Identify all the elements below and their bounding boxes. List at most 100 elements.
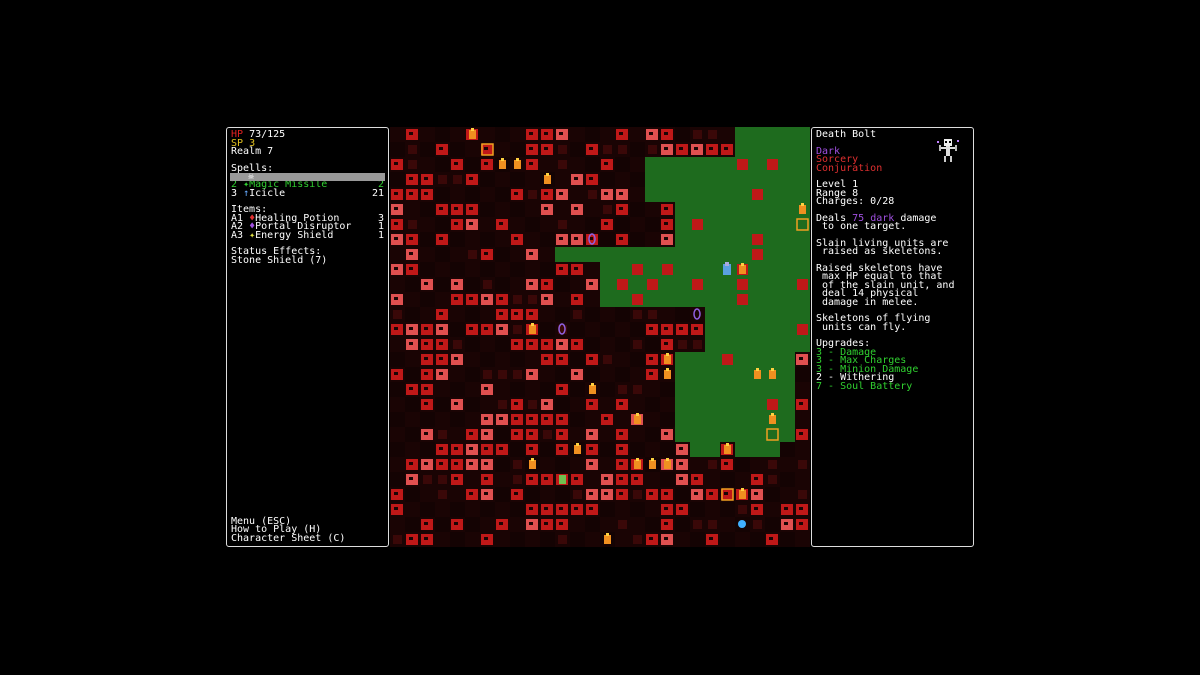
floor-tile: [585, 202, 600, 217]
wall-detail: [529, 132, 533, 135]
wall-detail: [439, 357, 443, 360]
spell-slot-1[interactable]: ☠: [230, 171, 385, 182]
wall-detail: [514, 237, 518, 240]
spell-charges: 21: [371, 187, 384, 199]
floor-tile: [465, 277, 480, 292]
item-slot-a3[interactable]: A3 ✦Energy Shield 1: [231, 230, 384, 240]
spell-slot-3[interactable]: 3 ↑Icicle 21: [231, 187, 384, 199]
floor-tile: [465, 232, 480, 247]
wall-detail: [439, 462, 443, 465]
wall-detail: [394, 327, 398, 330]
wall-detail: [724, 492, 728, 495]
floor-tile: [600, 322, 615, 337]
floor-tile: [570, 397, 585, 412]
floor-tile: [495, 472, 510, 487]
floor-tile: [600, 307, 615, 322]
floor-grass: [615, 247, 630, 262]
wall-block: [722, 354, 733, 365]
floor-tile: [465, 412, 480, 427]
rubble: [408, 160, 417, 169]
floor-tile: [570, 517, 585, 532]
wall-detail: [544, 402, 548, 405]
wall-block: [662, 264, 673, 275]
floor-grass: [705, 307, 720, 322]
game-map[interactable]: [390, 127, 810, 547]
map-canvas[interactable]: [390, 127, 810, 547]
wall-detail: [439, 342, 443, 345]
floor-tile: [600, 127, 615, 142]
rubble: [558, 145, 567, 154]
floor-tile: [480, 172, 495, 187]
wall-detail: [469, 177, 473, 180]
floor-tile: [495, 277, 510, 292]
wall-detail: [559, 357, 563, 360]
floor-grass: [705, 367, 720, 382]
floor-tile: [465, 352, 480, 367]
wall-detail: [769, 537, 773, 540]
wall-detail: [529, 417, 533, 420]
wall-block: [692, 279, 703, 290]
wall-detail: [619, 132, 623, 135]
rubble: [573, 490, 582, 499]
wall-detail: [424, 537, 428, 540]
wall-detail: [514, 312, 518, 315]
floor-tile: [615, 322, 630, 337]
floor-tile: [510, 247, 525, 262]
floor-grass: [645, 247, 660, 262]
floor-tile: [630, 172, 645, 187]
floor-tile: [465, 187, 480, 202]
floor-tile: [495, 172, 510, 187]
floor-tile: [405, 442, 420, 457]
floor-tile: [570, 187, 585, 202]
death-bolt-icon: ☠: [248, 171, 255, 182]
wall-detail: [514, 192, 518, 195]
character-sheet-link[interactable]: Character Sheet (C): [231, 533, 345, 544]
floor-grass: [780, 157, 795, 172]
floor-tile: [570, 382, 585, 397]
rubble: [393, 535, 402, 544]
wall-detail: [499, 417, 503, 420]
floor-tile: [420, 292, 435, 307]
floor-tile: [600, 382, 615, 397]
floor-tile: [645, 442, 660, 457]
floor-grass: [735, 247, 750, 262]
floor-grass: [720, 307, 735, 322]
floor-tile: [405, 427, 420, 442]
wall-detail: [799, 522, 803, 525]
floor-grass: [750, 352, 765, 367]
floor-grass: [750, 292, 765, 307]
wall-detail: [784, 507, 788, 510]
wall-block: [737, 294, 748, 305]
wall-detail: [499, 327, 503, 330]
floor-grass: [705, 277, 720, 292]
wall-detail: [754, 492, 758, 495]
floor-tile: [780, 457, 795, 472]
floor-tile: [420, 442, 435, 457]
floor-grass: [690, 352, 705, 367]
wall-detail: [559, 192, 563, 195]
floor-tile: [540, 442, 555, 457]
rubble: [678, 340, 687, 349]
floor-grass: [705, 352, 720, 367]
floor-grass: [765, 307, 780, 322]
wall-detail: [619, 192, 623, 195]
fire-imp-icon: [636, 413, 639, 416]
mana-orb-icon: [738, 520, 746, 528]
wall-detail: [424, 327, 428, 330]
floor-tile: [675, 532, 690, 547]
floor-tile: [390, 442, 405, 457]
upgrade-item[interactable]: 7 - Soul Battery: [816, 381, 969, 392]
wall-detail: [664, 222, 668, 225]
floor-tile: [480, 502, 495, 517]
wall-detail: [514, 492, 518, 495]
rubble: [558, 160, 567, 169]
floor-grass: [765, 337, 780, 352]
rubble: [513, 370, 522, 379]
wall-detail: [664, 342, 668, 345]
wall-detail: [649, 132, 653, 135]
floor-tile: [465, 472, 480, 487]
wall-detail: [454, 477, 458, 480]
floor-grass: [645, 262, 660, 277]
floor-tile: [720, 502, 735, 517]
rubble: [648, 145, 657, 154]
